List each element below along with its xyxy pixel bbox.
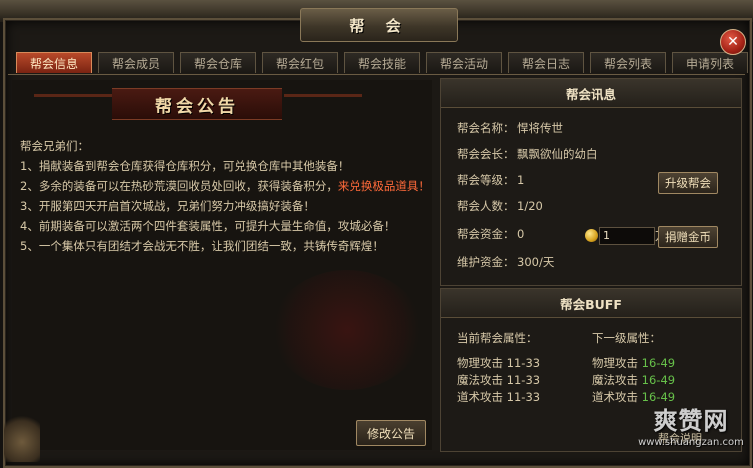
notice-title: 帮会公告: [112, 88, 282, 120]
guild-info-header: 帮会讯息: [441, 79, 741, 108]
tab-guild-skills[interactable]: 帮会技能: [344, 52, 420, 73]
next-buff-header: 下一级属性：: [592, 331, 661, 345]
guild-leader-row: 帮会会长： 飘飘欲仙的幼白: [457, 143, 598, 165]
banner-ornament-left: [34, 94, 112, 97]
tab-guild-red-packet[interactable]: 帮会红包: [262, 52, 338, 73]
guild-members-value: 1/20: [517, 199, 543, 213]
donate-amount-input[interactable]: 1: [599, 227, 655, 245]
notice-line: 5、一个集体只有团结才会战无不胜，让我们团结一致，共铸传奇辉煌！: [20, 239, 384, 253]
tab-divider: [8, 74, 745, 75]
tab-application-list[interactable]: 申请列表: [672, 52, 748, 73]
notice-line: 2、多余的装备可以在热砂荒漠回收员处回收，获得装备积分，来兑换极品道具！: [20, 179, 430, 193]
window-title: 帮 会: [300, 8, 458, 42]
notice-greeting: 帮会兄弟们：: [20, 139, 89, 153]
background-watermark-logo: [272, 270, 422, 390]
dragon-ornament-icon: [4, 412, 40, 462]
notice-panel: 帮会公告 帮会兄弟们： 1、捐献装备到帮会仓库获得仓库积分，可兑换仓库中其他装备…: [12, 80, 432, 450]
guild-funds-value: 0: [517, 227, 525, 241]
guild-leader-value: 飘飘欲仙的幼白: [517, 147, 598, 161]
guild-funds-row: 帮会资金： 0: [457, 223, 524, 245]
guild-members-label: 帮会人数：: [457, 199, 515, 213]
guild-upkeep-label: 维护资金：: [457, 255, 515, 269]
tab-guild-warehouse[interactable]: 帮会仓库: [180, 52, 256, 73]
gold-coin-icon: [585, 229, 598, 242]
guild-name-value: 悍将传世: [517, 121, 563, 135]
notice-line: 3、开服第四天开启首次城战，兄弟们努力冲级搞好装备！: [20, 199, 315, 213]
notice-line: 4、前期装备可以激活两个四件套装属性，可提升大量生命值，攻城必备！: [20, 219, 396, 233]
buff-row: 道术攻击 16-49: [592, 390, 676, 404]
guild-level-value: 1: [517, 173, 525, 187]
tab-guild-log[interactable]: 帮会日志: [508, 52, 584, 73]
current-buff-header: 当前帮会属性：: [457, 331, 538, 345]
donate-gold-button[interactable]: 捐赠金币: [658, 226, 718, 248]
guild-level-row: 帮会等级： 1: [457, 169, 524, 191]
guild-funds-label: 帮会资金：: [457, 227, 515, 241]
guild-buff-header: 帮会BUFF: [441, 289, 741, 318]
tab-guild-info[interactable]: 帮会信息: [16, 52, 92, 73]
guild-upkeep-value: 300/天: [517, 255, 555, 269]
notice-content: 帮会兄弟们： 1、捐献装备到帮会仓库获得仓库积分，可兑换仓库中其他装备！ 2、多…: [20, 136, 430, 256]
next-buff-column: 下一级属性： 物理攻击 16-49 魔法攻击 16-49 道术攻击 16-49: [592, 329, 675, 406]
upgrade-guild-button[interactable]: 升级帮会: [658, 172, 718, 194]
buff-row: 魔法攻击 11-33: [457, 373, 541, 387]
site-watermark: 爽赞网 www.shuangzan.com: [636, 406, 746, 461]
guild-leader-label: 帮会会长：: [457, 147, 515, 161]
guild-info-panel: 帮会讯息 帮会名称： 悍将传世 帮会会长： 飘飘欲仙的幼白 帮会等级： 1 升级…: [440, 78, 742, 286]
banner-ornament-right: [284, 94, 362, 97]
buff-row: 道术攻击 11-33: [457, 390, 541, 404]
watermark-site-name: 爽赞网: [653, 407, 729, 435]
buff-row: 物理攻击 16-49: [592, 356, 676, 370]
buff-row: 魔法攻击 16-49: [592, 373, 676, 387]
notice-highlight: 来兑换极品道具！: [337, 179, 430, 193]
tab-guild-list[interactable]: 帮会列表: [590, 52, 666, 73]
buff-row: 物理攻击 11-33: [457, 356, 541, 370]
guild-level-label: 帮会等级：: [457, 173, 515, 187]
guild-name-label: 帮会名称：: [457, 121, 515, 135]
tab-guild-members[interactable]: 帮会成员: [98, 52, 174, 73]
guild-members-row: 帮会人数： 1/20: [457, 195, 543, 217]
tab-bar: 帮会信息 帮会成员 帮会仓库 帮会红包 帮会技能 帮会活动 帮会日志 帮会列表 …: [16, 52, 748, 74]
notice-line: 1、捐献装备到帮会仓库获得仓库积分，可兑换仓库中其他装备！: [20, 159, 350, 173]
watermark-site-url: www.shuangzan.com: [638, 437, 744, 448]
current-buff-column: 当前帮会属性： 物理攻击 11-33 魔法攻击 11-33 道术攻击 11-33: [457, 329, 540, 406]
edit-notice-button[interactable]: 修改公告: [356, 420, 426, 446]
guild-upkeep-row: 维护资金： 300/天: [457, 251, 554, 273]
close-icon[interactable]: ✕: [720, 29, 746, 55]
tab-guild-activities[interactable]: 帮会活动: [426, 52, 502, 73]
guild-name-row: 帮会名称： 悍将传世: [457, 117, 563, 139]
